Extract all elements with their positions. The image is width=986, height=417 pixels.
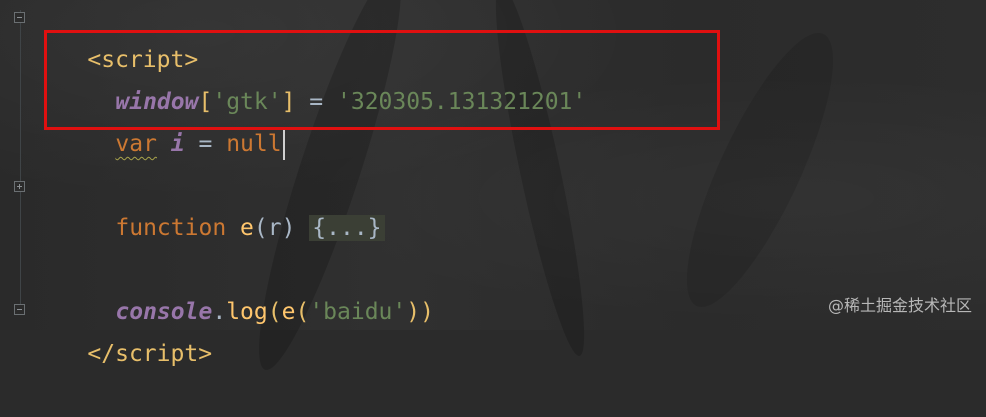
fold-guide-line [20, 10, 21, 314]
baidu-string: 'baidu' [309, 299, 407, 325]
fold-expand-icon[interactable] [14, 181, 25, 192]
tag-name: script [115, 341, 199, 367]
paren-open: ( [267, 299, 282, 325]
variable-name: i [170, 131, 185, 157]
function-params: (r) [253, 215, 296, 241]
red-highlight-box [44, 30, 720, 130]
paren-close: ) [420, 299, 434, 325]
editor-gutter [0, 0, 34, 330]
inner-paren-close: ) [406, 299, 421, 325]
watermark: @稀土掘金技术社区 [827, 296, 972, 315]
tag-close-bracket: > [198, 341, 213, 367]
function-keyword: function [115, 215, 227, 241]
function-name: e [240, 215, 254, 241]
var-keyword: var [115, 131, 157, 157]
assign-operator: = [184, 131, 227, 157]
text-cursor [282, 129, 285, 160]
code-line-console-log[interactable]: console.log(e('baidu')) [60, 249, 434, 325]
fold-collapse-icon[interactable] [14, 304, 25, 315]
code-editor[interactable]: <script> window['gtk'] = '320305.1313212… [0, 0, 986, 379]
code-line-function-e[interactable]: function e(r) {...} [60, 165, 385, 241]
folded-body-placeholder[interactable]: {...} [309, 215, 385, 241]
log-method: log [226, 299, 268, 325]
code-line-script-close[interactable]: </script> [32, 291, 212, 367]
inner-paren-open: ( [295, 299, 310, 325]
null-literal: null [226, 131, 282, 157]
member-dot: . [212, 299, 227, 325]
inner-call-name: e [281, 299, 296, 325]
tag-open-bracket: </ [87, 341, 116, 367]
fold-collapse-icon[interactable] [14, 12, 25, 23]
